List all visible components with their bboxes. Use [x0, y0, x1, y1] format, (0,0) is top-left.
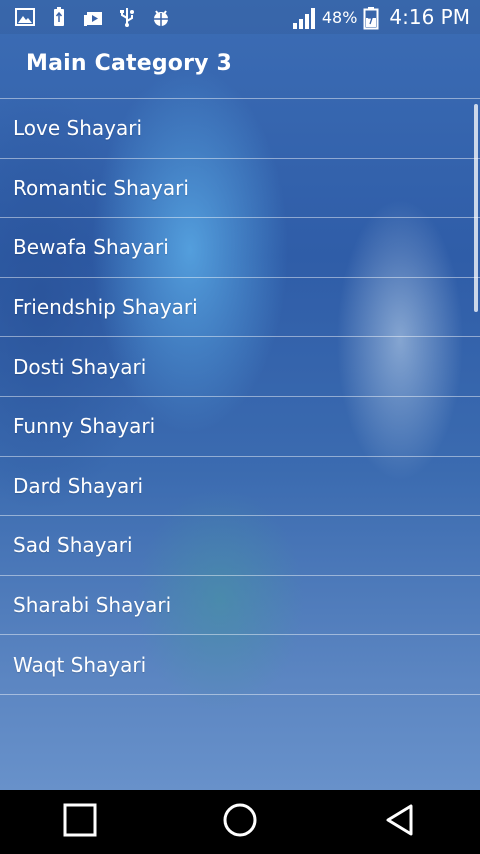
list-item[interactable]: Dosti Shayari — [0, 337, 480, 397]
list-item[interactable]: Friendship Shayari — [0, 278, 480, 338]
status-bar: 48% 4:16 PM — [0, 0, 480, 34]
scrollbar[interactable] — [474, 104, 478, 312]
android-debug-icon — [150, 6, 172, 28]
usb-battery-icon — [48, 6, 70, 28]
back-icon — [383, 803, 417, 841]
navigation-bar — [0, 790, 480, 854]
list-item[interactable]: Romantic Shayari — [0, 159, 480, 219]
list-item[interactable]: Waqt Shayari — [0, 635, 480, 695]
image-icon — [14, 6, 36, 28]
list-item-label: Funny Shayari — [13, 414, 156, 439]
list-item[interactable]: Love Shayari — [0, 99, 480, 159]
list-item[interactable]: Bewafa Shayari — [0, 218, 480, 278]
home-icon — [222, 802, 258, 842]
list-item-label: Romantic Shayari — [13, 175, 189, 200]
notification-icons — [14, 6, 172, 28]
list-item[interactable]: Dard Shayari — [0, 457, 480, 517]
list-item-label: Sharabi Shayari — [13, 593, 172, 618]
category-list: Love Shayari Romantic Shayari Bewafa Sha… — [0, 99, 480, 695]
list-item-label: Waqt Shayari — [13, 652, 147, 677]
clock: 4:16 PM — [389, 5, 470, 29]
recent-apps-button[interactable] — [60, 802, 100, 842]
list-item-label: Bewafa Shayari — [13, 235, 169, 260]
signal-icon — [292, 6, 318, 29]
list-item-label: Friendship Shayari — [13, 295, 198, 320]
list-item[interactable]: Sharabi Shayari — [0, 576, 480, 636]
list-item-label: Love Shayari — [13, 116, 143, 141]
action-bar: Main Category 3 — [0, 34, 480, 99]
list-item-label: Dosti Shayari — [13, 354, 147, 379]
home-button[interactable] — [220, 802, 260, 842]
app-screen: 48% 4:16 PM Main Category 3 Love Shayari… — [0, 0, 480, 854]
list-item-label: Sad Shayari — [13, 533, 133, 558]
battery-percent: 48% — [321, 7, 358, 27]
battery-icon — [363, 6, 379, 30]
list-item[interactable]: Funny Shayari — [0, 397, 480, 457]
media-icon — [82, 6, 104, 28]
list-item[interactable]: Sad Shayari — [0, 516, 480, 576]
back-button[interactable] — [380, 802, 420, 842]
system-indicators: 48% 4:16 PM — [292, 4, 470, 30]
page-title: Main Category 3 — [26, 51, 233, 76]
usb-icon — [116, 6, 138, 28]
recent-apps-icon — [63, 803, 97, 841]
list-item-label: Dard Shayari — [13, 473, 144, 498]
